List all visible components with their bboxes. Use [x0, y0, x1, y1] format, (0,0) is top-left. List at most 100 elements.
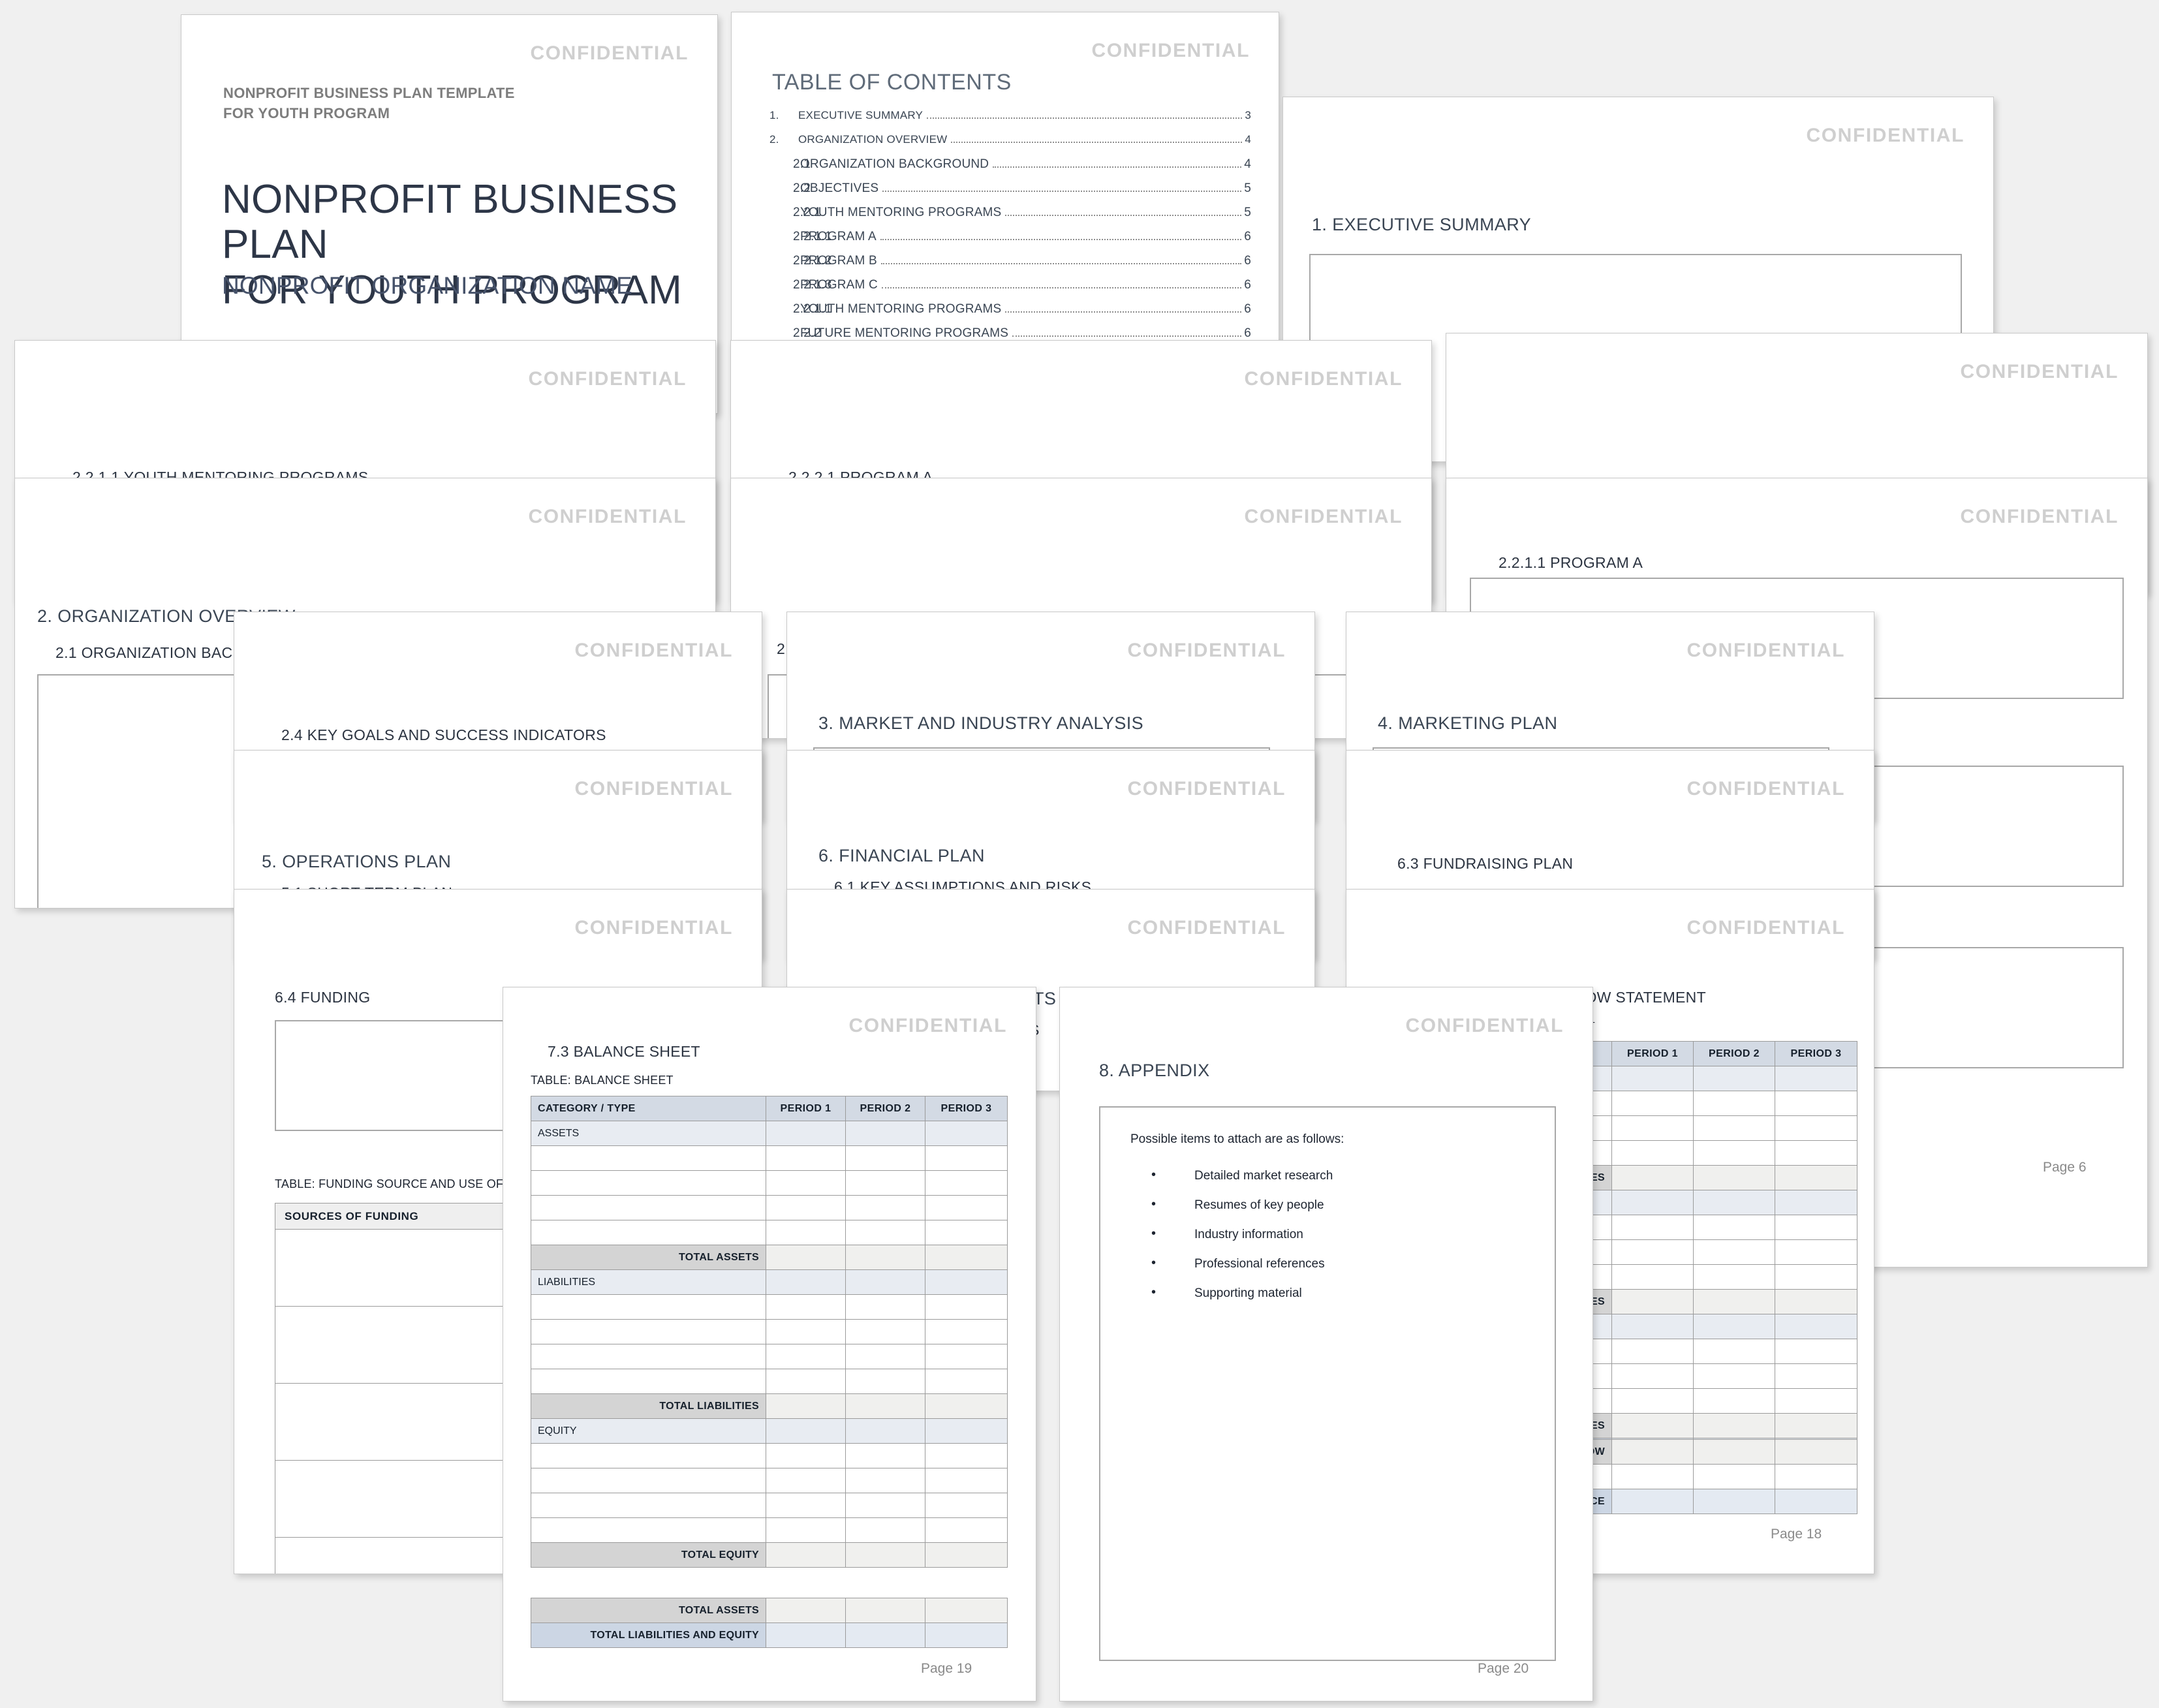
value-cell[interactable]: [1775, 1165, 1857, 1190]
value-cell[interactable]: [766, 1294, 846, 1320]
value-cell[interactable]: [1693, 1314, 1775, 1339]
row-label-cell[interactable]: [531, 1468, 766, 1493]
value-cell[interactable]: [1775, 1339, 1857, 1364]
table-row[interactable]: [531, 1468, 1008, 1493]
row-label-cell[interactable]: [531, 1294, 766, 1320]
table-row[interactable]: [531, 1493, 1008, 1518]
value-cell[interactable]: [766, 1443, 846, 1468]
value-cell[interactable]: [1775, 1264, 1857, 1290]
value-cell[interactable]: [1775, 1363, 1857, 1389]
value-cell[interactable]: [845, 1443, 925, 1468]
value-cell[interactable]: [766, 1468, 846, 1493]
value-cell[interactable]: [925, 1170, 1008, 1196]
value-cell[interactable]: [845, 1598, 925, 1623]
value-cell[interactable]: [925, 1344, 1008, 1369]
value-cell[interactable]: [766, 1542, 846, 1568]
balance-sheet-summary-table[interactable]: TOTAL ASSETS TOTAL LIABILITIES AND EQUITY: [531, 1598, 1008, 1648]
value-cell[interactable]: [1611, 1289, 1694, 1314]
toc-entry[interactable]: 2.2.1 YOUTH MENTORING PROGRAMS 5: [769, 206, 1251, 230]
value-cell[interactable]: [845, 1369, 925, 1394]
value-cell[interactable]: [1693, 1489, 1775, 1514]
page-appendix[interactable]: CONFIDENTIAL 8. APPENDIX Possible items …: [1059, 987, 1593, 1701]
value-cell[interactable]: [925, 1418, 1008, 1444]
value-cell[interactable]: [1775, 1464, 1857, 1489]
row-label-cell[interactable]: TOTAL EQUITY: [531, 1542, 766, 1568]
value-cell[interactable]: [1611, 1140, 1694, 1166]
value-cell[interactable]: [1611, 1115, 1694, 1141]
value-cell[interactable]: [766, 1344, 846, 1369]
value-cell[interactable]: [1775, 1215, 1857, 1240]
value-cell[interactable]: [1775, 1413, 1857, 1438]
value-cell[interactable]: [925, 1517, 1008, 1543]
value-cell[interactable]: [766, 1121, 846, 1146]
table-row[interactable]: [531, 1344, 1008, 1369]
value-cell[interactable]: [925, 1493, 1008, 1518]
value-cell[interactable]: [1693, 1091, 1775, 1116]
toc-entry[interactable]: 2. ORGANIZATION OVERVIEW 4: [769, 133, 1251, 157]
value-cell[interactable]: [1611, 1439, 1694, 1465]
toc-entry[interactable]: 2.2.1.1 YOUTH MENTORING PROGRAMS 6: [769, 302, 1251, 326]
row-label-cell[interactable]: [531, 1220, 766, 1245]
toc-entry[interactable]: 2.1 ORGANIZATION BACKGROUND 4: [769, 157, 1251, 181]
value-cell[interactable]: [845, 1623, 925, 1648]
value-cell[interactable]: [1775, 1388, 1857, 1414]
table-row[interactable]: [531, 1220, 1008, 1245]
value-cell[interactable]: [766, 1269, 846, 1295]
value-cell[interactable]: [1693, 1239, 1775, 1265]
table-row[interactable]: TOTAL ASSETS: [531, 1245, 1008, 1270]
value-cell[interactable]: [1775, 1489, 1857, 1514]
value-cell[interactable]: [845, 1294, 925, 1320]
value-cell[interactable]: [845, 1145, 925, 1171]
value-cell[interactable]: [766, 1623, 846, 1648]
row-label-cell[interactable]: [531, 1344, 766, 1369]
toc-entry[interactable]: 1. EXECUTIVE SUMMARY 3: [769, 109, 1251, 133]
value-cell[interactable]: [845, 1517, 925, 1543]
value-cell[interactable]: [1775, 1091, 1857, 1116]
row-label-cell[interactable]: ASSETS: [531, 1121, 766, 1146]
value-cell[interactable]: [1693, 1115, 1775, 1141]
row-label-cell[interactable]: [531, 1145, 766, 1171]
value-cell[interactable]: [766, 1220, 846, 1245]
toc-entry[interactable]: 2.2.1.3 PROGRAM C6: [769, 278, 1251, 302]
value-cell[interactable]: [1693, 1140, 1775, 1166]
value-cell[interactable]: [1611, 1215, 1694, 1240]
value-cell[interactable]: [925, 1598, 1008, 1623]
value-cell[interactable]: [766, 1393, 846, 1419]
table-row[interactable]: LIABILITIES: [531, 1269, 1008, 1295]
value-cell[interactable]: [1611, 1091, 1694, 1116]
value-cell[interactable]: [766, 1598, 846, 1623]
value-cell[interactable]: [925, 1245, 1008, 1270]
value-cell[interactable]: [845, 1344, 925, 1369]
toc-entry[interactable]: 2.2.1.2 PROGRAM B6: [769, 254, 1251, 278]
page-balance-sheet[interactable]: CONFIDENTIAL 7.3 BALANCE SHEET TABLE: BA…: [503, 987, 1036, 1701]
value-cell[interactable]: [925, 1623, 1008, 1648]
value-cell[interactable]: [845, 1170, 925, 1196]
value-cell[interactable]: [1611, 1066, 1694, 1091]
value-cell[interactable]: [925, 1195, 1008, 1220]
table-row[interactable]: EQUITY: [531, 1418, 1008, 1444]
value-cell[interactable]: [1611, 1264, 1694, 1290]
value-cell[interactable]: [1693, 1215, 1775, 1240]
value-cell[interactable]: [1693, 1413, 1775, 1438]
value-cell[interactable]: [1775, 1115, 1857, 1141]
value-cell[interactable]: [925, 1121, 1008, 1146]
balance-sheet-table[interactable]: CATEGORY / TYPE PERIOD 1 PERIOD 2 PERIOD 3 …: [531, 1096, 1008, 1568]
value-cell[interactable]: [1693, 1190, 1775, 1215]
value-cell[interactable]: [1693, 1464, 1775, 1489]
value-cell[interactable]: [845, 1220, 925, 1245]
table-row[interactable]: [531, 1369, 1008, 1394]
value-cell[interactable]: [1611, 1464, 1694, 1489]
row-label-cell[interactable]: TOTAL ASSETS: [531, 1245, 766, 1270]
value-cell[interactable]: [845, 1121, 925, 1146]
value-cell[interactable]: [766, 1145, 846, 1171]
value-cell[interactable]: [845, 1418, 925, 1444]
table-row[interactable]: TOTAL ASSETS: [531, 1598, 1008, 1623]
table-row[interactable]: [531, 1517, 1008, 1543]
value-cell[interactable]: [1775, 1190, 1857, 1215]
value-cell[interactable]: [766, 1245, 846, 1270]
value-cell[interactable]: [766, 1369, 846, 1394]
value-cell[interactable]: [766, 1195, 846, 1220]
value-cell[interactable]: [1775, 1314, 1857, 1339]
value-cell[interactable]: [1611, 1363, 1694, 1389]
value-cell[interactable]: [1693, 1388, 1775, 1414]
